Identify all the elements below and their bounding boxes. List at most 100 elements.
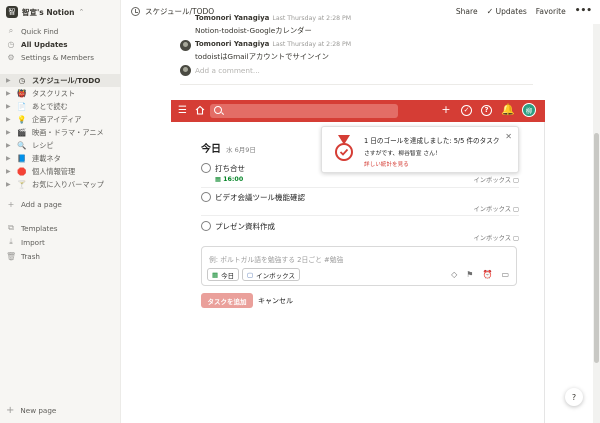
todoist-search (210, 104, 398, 118)
clock-icon: ◷ (18, 76, 26, 85)
toast-subtitle: さすがです、柳谷智宣 さん！ (364, 151, 441, 157)
sidebar: 智 智宣's Notion ⌃ ⌕ Quick Find ◷ All Updat… (0, 0, 121, 423)
add-comment-input[interactable]: Add a comment... (195, 66, 260, 75)
task-name: プレゼン資料作成 (215, 222, 275, 231)
sidebar-page-label: 個人情報管理 (32, 166, 76, 176)
gear-icon: ⚙ (7, 52, 15, 62)
divider (201, 215, 519, 216)
add-task-button: タスクを追加 (201, 293, 253, 308)
task-due: ▦ 16:00 (215, 176, 244, 183)
help-icon: ? (481, 104, 492, 116)
magnifier-icon: 🔍 (17, 141, 27, 150)
top-actions: Share ✓ Updates Favorite ••• (456, 6, 592, 16)
expand-triangle-icon[interactable]: ▶ (6, 142, 16, 149)
templates[interactable]: ⧉ Templates (6, 222, 58, 234)
medal-icon (335, 135, 353, 161)
task-checkbox (201, 192, 211, 202)
check-icon: ✓ (486, 6, 494, 16)
more-options-icon[interactable]: ••• (575, 6, 592, 16)
avatar: 柳 (522, 103, 536, 117)
expand-triangle-icon[interactable]: ▶ (6, 181, 16, 188)
new-page-button[interactable]: + New page (6, 405, 56, 416)
task-editor: 例: ポルトガル語を勉強する 2日ごと #勉強 ▦ 今日 ▢ インボックス ◇ ⚑ … (201, 246, 517, 286)
sidebar-page-label: お気に入りバーマップ (32, 179, 104, 189)
toast-title: 1 日のゴールを達成しました: 5/5 件のタスク (364, 137, 500, 145)
sidebar-page-label: あとで読む (32, 101, 68, 111)
settings-members[interactable]: ⚙ Settings & Members (6, 51, 94, 63)
add-page-button[interactable]: + Add a page (6, 198, 62, 210)
nav-label: Import (21, 237, 45, 247)
scrollbar-thumb[interactable] (594, 133, 599, 363)
search-icon: ⌕ (8, 26, 14, 35)
sidebar-page-ideas[interactable]: ▶ 💡 企画アイディア (0, 113, 121, 126)
avatar (180, 65, 191, 76)
sidebar-page-personal-info[interactable]: ▶ 🛑 個人情報管理 (0, 165, 121, 178)
clapper-icon: 🎬 (17, 128, 27, 137)
updates-button[interactable]: ✓ Updates (487, 7, 527, 16)
close-icon: ✕ (505, 132, 512, 141)
trash[interactable]: 🗑 Trash (6, 250, 40, 262)
comment-text: Notion-todoist-Googleカレンダー (195, 26, 312, 35)
sidebar-page-label: タスクリスト (32, 88, 76, 98)
todoist-actions: + ✓ ? 🔔 柳 (440, 103, 536, 117)
share-button[interactable]: Share (456, 7, 478, 16)
help-button[interactable]: ? (565, 388, 583, 406)
divider (180, 84, 533, 85)
sidebar-page-recipes[interactable]: ▶ 🔍 レシピ (0, 139, 121, 152)
expand-triangle-icon[interactable]: ▶ (6, 129, 16, 136)
task-name: 打ち合せ (215, 164, 245, 173)
workspace-switcher[interactable]: 智 智宣's Notion ⌃ (6, 5, 84, 19)
plus-icon: + (7, 199, 15, 209)
sidebar-page-series[interactable]: ▶ 📘 連載ネタ (0, 152, 121, 165)
import[interactable]: ⤓ Import (6, 236, 45, 248)
expand-triangle-icon[interactable]: ▶ (6, 116, 16, 123)
plus-icon: + (441, 103, 451, 116)
book-icon: 📘 (17, 154, 27, 163)
sidebar-page-movies[interactable]: ▶ 🎬 映画・ドラマ・アニメ (0, 126, 121, 139)
cocktail-icon: 🍸 (17, 180, 27, 189)
menu-icon: ☰ (178, 105, 187, 116)
chevron-updown-icon: ⌃ (78, 8, 85, 16)
comment-author: Tomonori Yanagiya Last Thursday at 2:28 P… (195, 40, 352, 48)
sidebar-page-label: 映画・ドラマ・アニメ (32, 127, 104, 137)
expand-triangle-icon[interactable]: ▶ (6, 103, 16, 110)
nav-label: Templates (21, 223, 58, 233)
sidebar-page-schedule[interactable]: ▶ ◷ スケジュール/TODO (0, 74, 121, 87)
expand-triangle-icon[interactable]: ▶ (6, 77, 16, 84)
sidebar-page-label: 連載ネタ (32, 153, 61, 163)
date-chip: ▦ 今日 (207, 268, 240, 281)
favorite-button[interactable]: Favorite (536, 7, 566, 16)
add-page-label: Add a page (21, 199, 62, 209)
comment-icon: ▭ (501, 270, 509, 279)
task-checkbox (201, 163, 211, 173)
goal-toast: 1 日のゴールを達成しました: 5/5 件のタスク さすがです、柳谷智宣 さん！… (321, 126, 519, 173)
sidebar-page-label: スケジュール/TODO (32, 75, 101, 85)
ogre-icon: 👹 (17, 89, 27, 98)
all-updates[interactable]: ◷ All Updates (6, 38, 68, 50)
clock-icon: ◷ (7, 39, 15, 49)
todoist-view-title: 今日 水 6月9日 (201, 140, 256, 155)
task-checkbox (201, 221, 211, 231)
sidebar-page-bar-map[interactable]: ▶ 🍸 お気に入りバーマップ (0, 178, 121, 191)
workspace-name: 智宣's Notion (22, 7, 75, 17)
workspace-avatar: 智 (6, 6, 18, 18)
label-icon: ◇ (451, 270, 458, 279)
comment-time: Last Thursday at 2:28 PM (272, 41, 352, 48)
expand-triangle-icon[interactable]: ▶ (6, 90, 16, 97)
task-project: インボックス ▢ (473, 206, 519, 213)
project-chip: ▢ インボックス (242, 268, 300, 281)
sidebar-page-read-later[interactable]: ▶ 📄 あとで読む (0, 100, 121, 113)
cancel-button: キャンセル (258, 296, 293, 305)
expand-triangle-icon[interactable]: ▶ (6, 155, 16, 162)
comment-time: Last Thursday at 2:28 PM (272, 15, 352, 22)
calendar-icon: ▦ (212, 270, 219, 279)
template-icon: ⧉ (8, 223, 14, 232)
plus-icon: + (6, 405, 15, 416)
quick-find[interactable]: ⌕ Quick Find (6, 25, 59, 37)
expand-triangle-icon[interactable]: ▶ (6, 168, 16, 175)
flag-icon: ⚑ (466, 270, 474, 279)
nav-label: Trash (21, 251, 40, 261)
search-icon (214, 106, 222, 114)
sidebar-page-tasklist[interactable]: ▶ 👹 タスクリスト (0, 87, 121, 100)
task-project: インボックス ▢ (473, 235, 519, 242)
